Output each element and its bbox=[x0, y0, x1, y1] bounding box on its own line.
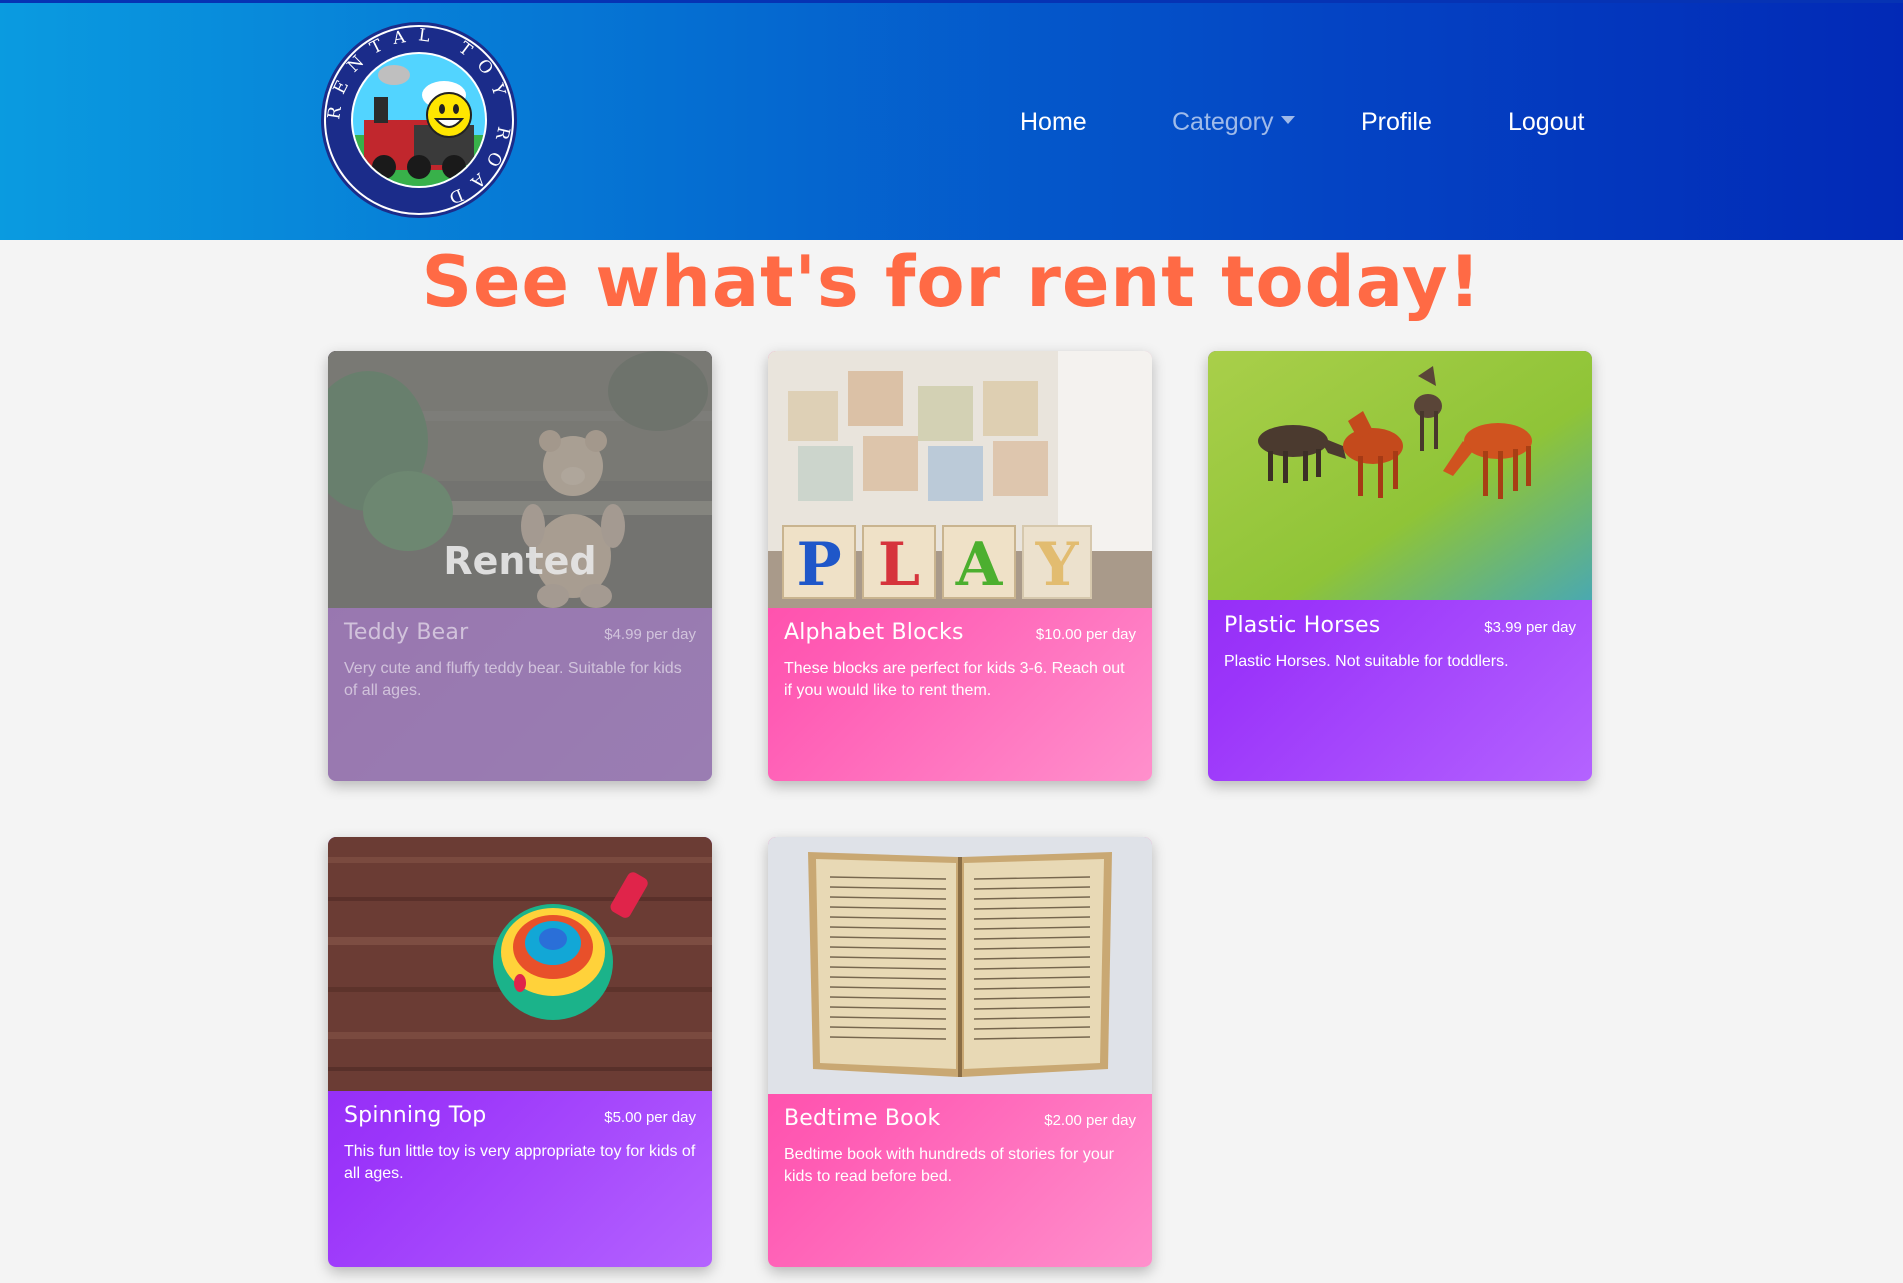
nav-home-link[interactable]: Home bbox=[1020, 104, 1087, 140]
svg-text:Y: Y bbox=[1035, 530, 1080, 600]
navbar: RENTAL TOY ROAD Home Category Profile Lo… bbox=[0, 0, 1903, 240]
card-title: Spinning Top bbox=[344, 1103, 487, 1128]
svg-text:L: L bbox=[878, 530, 920, 600]
card-price: $5.00 per day bbox=[604, 1109, 696, 1126]
nav-category-label: Category bbox=[1172, 108, 1274, 136]
card-price: $3.99 per day bbox=[1484, 619, 1576, 636]
card-title: Teddy Bear bbox=[344, 620, 469, 645]
card-price: $10.00 per day bbox=[1035, 626, 1136, 643]
card-description: Plastic Horses. Not suitable for toddler… bbox=[1224, 653, 1509, 670]
card-price: $4.99 per day bbox=[604, 626, 696, 643]
plastic-horses-icon bbox=[1208, 351, 1592, 600]
spinning-top-icon bbox=[328, 837, 712, 1091]
product-card-plastic-horses[interactable]: Plastic Horses $3.99 per day Plastic Hor… bbox=[1208, 351, 1592, 781]
svg-text:A: A bbox=[955, 530, 1004, 600]
nav-category-dropdown[interactable]: Category bbox=[1172, 104, 1296, 140]
product-card-teddy-bear[interactable]: Rented Teddy Bear $4.99 per day Very cut… bbox=[328, 351, 712, 781]
page-title: See what's for rent today! bbox=[421, 241, 1482, 323]
product-card-alphabet-blocks[interactable]: P L A Y Alphabet Blocks $10.00 per day T… bbox=[768, 351, 1152, 781]
card-description: Bedtime book with hundreds of stories fo… bbox=[784, 1146, 1114, 1185]
svg-text:P: P bbox=[796, 530, 841, 600]
card-description: This fun little toy is very appropriate … bbox=[344, 1143, 696, 1182]
card-title: Alphabet Blocks bbox=[784, 620, 964, 645]
rented-status-label: Rented bbox=[443, 539, 597, 583]
card-title: Bedtime Book bbox=[784, 1106, 941, 1131]
site-logo[interactable]: RENTAL TOY ROAD bbox=[321, 22, 517, 218]
chevron-down-icon bbox=[1281, 116, 1296, 125]
card-price: $2.00 per day bbox=[1044, 1112, 1136, 1129]
product-card-bedtime-book[interactable]: Bedtime Book $2.00 per day Bedtime book … bbox=[768, 837, 1152, 1267]
nav-profile-link[interactable]: Profile bbox=[1361, 104, 1432, 140]
nav-logout-link[interactable]: Logout bbox=[1508, 104, 1584, 140]
card-description: These blocks are perfect for kids 3-6. R… bbox=[784, 660, 1125, 699]
product-card-spinning-top[interactable]: Spinning Top $5.00 per day This fun litt… bbox=[328, 837, 712, 1267]
alphabet-blocks-icon: P L A Y bbox=[768, 351, 1152, 608]
card-title: Plastic Horses bbox=[1224, 613, 1381, 638]
card-description: Very cute and fluffy teddy bear. Suitabl… bbox=[344, 660, 682, 699]
train-logo-icon: RENTAL TOY ROAD bbox=[324, 25, 512, 213]
open-book-icon bbox=[768, 837, 1152, 1094]
